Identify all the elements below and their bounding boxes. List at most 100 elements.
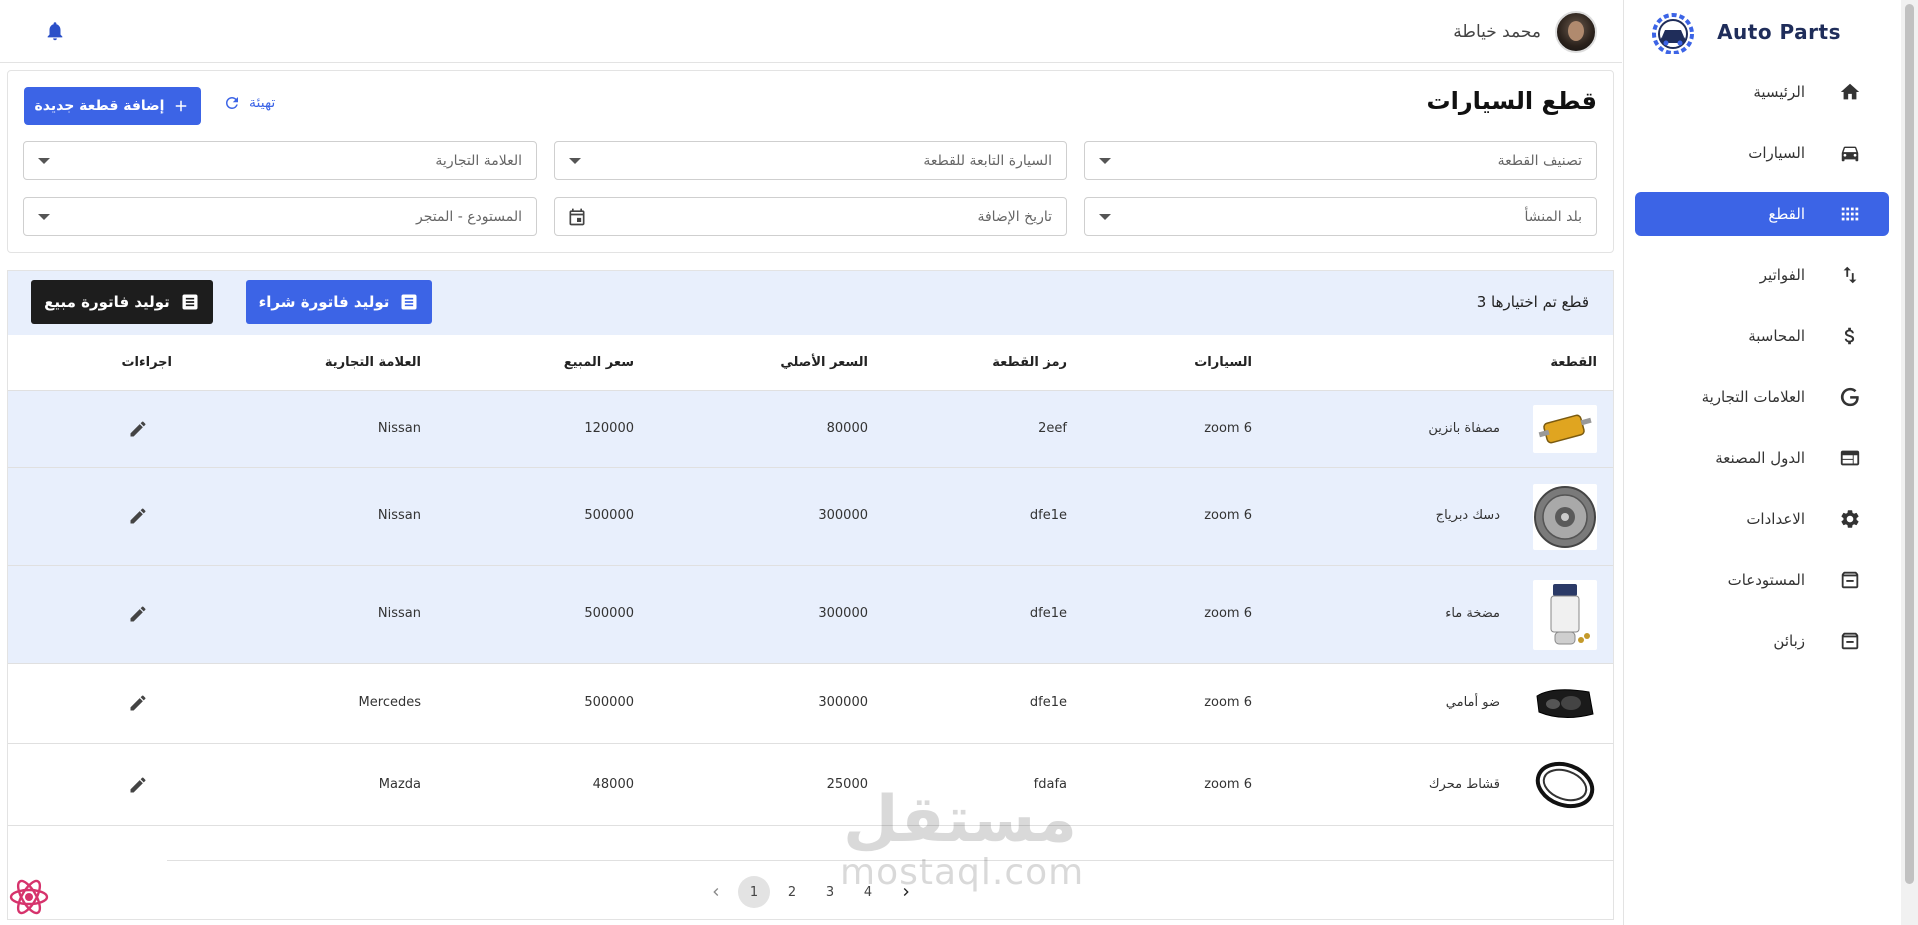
edit-icon[interactable] (128, 506, 148, 526)
plus-icon (176, 100, 187, 112)
grid-icon (1839, 203, 1861, 225)
page-1[interactable]: 1 (738, 876, 770, 908)
part-name: مصفاة بانزين (1428, 421, 1500, 436)
sidebar-item-label: السيارات (1748, 144, 1805, 162)
part-brand: Nissan (377, 508, 421, 523)
sidebar-item-label: القطع (1768, 205, 1805, 223)
sidebar-nav: الرئيسية السيارات القطع الفواتير المحاسب… (1623, 70, 1901, 680)
chevron-down-icon (1099, 214, 1111, 220)
warehouse-placeholder: المستودع - المتجر (416, 208, 522, 225)
headlight-image (1533, 678, 1597, 728)
pagination-prev-icon[interactable] (700, 876, 732, 908)
edit-icon[interactable] (128, 604, 148, 624)
sidebar-item-home[interactable]: الرئيسية (1635, 70, 1889, 114)
part-car-select[interactable]: السيارة التابعة للقطعة (554, 141, 1067, 180)
sale-price: 500000 (584, 508, 634, 523)
sidebar-item-settings[interactable]: الاعدادات (1635, 497, 1889, 541)
react-devtools-icon[interactable] (8, 876, 50, 918)
swap-vertical-icon (1839, 264, 1861, 286)
user-name: محمد خياطة (1453, 22, 1541, 42)
sidebar-item-warehouses[interactable]: المستودعات (1635, 558, 1889, 602)
part-brand: Nissan (377, 606, 421, 621)
part-code: 2eef (1038, 421, 1067, 436)
column-header-actions: اجراءات (121, 355, 172, 370)
add-part-button-label: إضافة قطعة جديدة (34, 98, 165, 114)
sale-price: 120000 (584, 421, 634, 436)
sidebar-item-label: الاعدادات (1746, 510, 1805, 528)
top-bar: محمد خياطة (0, 0, 1622, 63)
purchase-invoice-button[interactable]: توليد فاتورة شراء (246, 280, 432, 324)
original-price: 80000 (826, 421, 868, 436)
sidebar-item-invoices[interactable]: الفواتير (1635, 253, 1889, 297)
selection-toolbar: 3 قطع تم اختيارها توليد فاتورة شراء تولي… (8, 271, 1613, 335)
page-scrollbar[interactable] (1901, 0, 1918, 925)
sidebar-item-label: الفواتير (1759, 266, 1805, 284)
sale-invoice-button[interactable]: توليد فاتورة مبيع (31, 280, 213, 324)
chevron-down-icon (38, 158, 50, 164)
calendar-icon[interactable] (567, 207, 587, 227)
sale-price: 500000 (584, 606, 634, 621)
origin-country-select[interactable]: بلد المنشأ (1084, 197, 1597, 236)
bell-icon[interactable] (44, 20, 66, 42)
brand-select[interactable]: العلامة التجارية (23, 141, 537, 180)
part-cars: zoom 6 (1204, 508, 1252, 523)
part-code: dfe1e (1029, 508, 1067, 523)
sidebar-item-brands[interactable]: العلامات التجارية (1635, 375, 1889, 419)
sidebar-item-countries[interactable]: الدول المصنعة (1635, 436, 1889, 480)
dollar-icon (1839, 325, 1861, 347)
column-header-cars[interactable]: السيارات (1194, 355, 1252, 370)
table-row[interactable]: قشاط محرك zoom 6 fdafa 25000 48000 Mazda (8, 744, 1613, 826)
column-header-original-price[interactable]: السعر الأصلي (780, 355, 868, 370)
table-row[interactable]: دسك دبرياج zoom 6 dfe1e 300000 500000 Ni… (8, 468, 1613, 566)
part-brand: Mazda (378, 777, 421, 792)
warehouse-select[interactable]: المستودع - المتجر (23, 197, 537, 236)
edit-icon[interactable] (128, 693, 148, 713)
sidebar-item-label: المستودعات (1727, 571, 1805, 589)
brand-placeholder: العلامة التجارية (435, 152, 522, 169)
edit-icon[interactable] (128, 419, 148, 439)
table-row[interactable]: ضو أمامي zoom 6 dfe1e 300000 500000 Merc… (8, 664, 1613, 744)
part-code: dfe1e (1029, 606, 1067, 621)
sidebar-item-accounting[interactable]: المحاسبة (1635, 314, 1889, 358)
column-header-brand[interactable]: العلامة التجارية (325, 355, 421, 370)
sidebar-item-parts[interactable]: القطع (1635, 192, 1889, 236)
date-added-placeholder: تاريخ الإضافة (977, 208, 1052, 225)
table-row[interactable]: مضخة ماء zoom 6 dfe1e 300000 500000 Niss… (8, 566, 1613, 664)
part-name: قشاط محرك (1428, 777, 1500, 792)
watermark: مستقل mostaql.com (840, 783, 1085, 905)
original-price: 300000 (818, 606, 868, 621)
column-header-part-code[interactable]: رمز القطعة (992, 355, 1067, 370)
table-row[interactable]: مصفاة بانزين zoom 6 2eef 80000 120000 Ni… (8, 391, 1613, 468)
sidebar-item-customers[interactable]: زبائن (1635, 619, 1889, 663)
sidebar-item-label: زبائن (1773, 632, 1805, 650)
watermark-arabic: مستقل (842, 783, 1078, 857)
watermark-latin: mostaql.com (840, 852, 1085, 893)
archive-icon (1839, 569, 1861, 591)
fuel-filter-image (1533, 405, 1597, 453)
scrollbar-thumb[interactable] (1905, 4, 1914, 884)
part-category-select[interactable]: تصنيف القطعة (1084, 141, 1597, 180)
column-header-part[interactable]: القطعة (1550, 355, 1597, 370)
sidebar-item-cars[interactable]: السيارات (1635, 131, 1889, 175)
page-2[interactable]: 2 (776, 876, 808, 908)
sale-price: 48000 (592, 777, 634, 792)
sale-invoice-label: توليد فاتورة مبيع (44, 293, 170, 311)
table-header: القطعة السيارات رمز القطعة السعر الأصلي … (8, 335, 1613, 391)
home-icon (1839, 81, 1861, 103)
user-menu[interactable]: محمد خياطة (1453, 11, 1597, 53)
part-name: ضو أمامي (1445, 695, 1500, 710)
date-added-field[interactable]: تاريخ الإضافة (554, 197, 1067, 236)
sidebar: Auto Parts الرئيسية السيارات القطع الفوا… (1623, 0, 1901, 925)
reset-button-label: تهيئة (249, 95, 276, 111)
gear-icon (1839, 508, 1861, 530)
add-part-button[interactable]: إضافة قطعة جديدة (24, 87, 201, 125)
avatar (1555, 11, 1597, 53)
purchase-invoice-label: توليد فاتورة شراء (258, 293, 390, 311)
column-header-sale-price[interactable]: سعر المبيع (564, 355, 634, 370)
edit-icon[interactable] (128, 775, 148, 795)
refresh-icon (226, 97, 238, 109)
part-car-placeholder: السيارة التابعة للقطعة (923, 152, 1052, 169)
origin-country-placeholder: بلد المنشأ (1524, 208, 1582, 225)
reset-button[interactable]: تهيئة (223, 94, 275, 112)
brand[interactable]: Auto Parts (1643, 8, 1841, 56)
